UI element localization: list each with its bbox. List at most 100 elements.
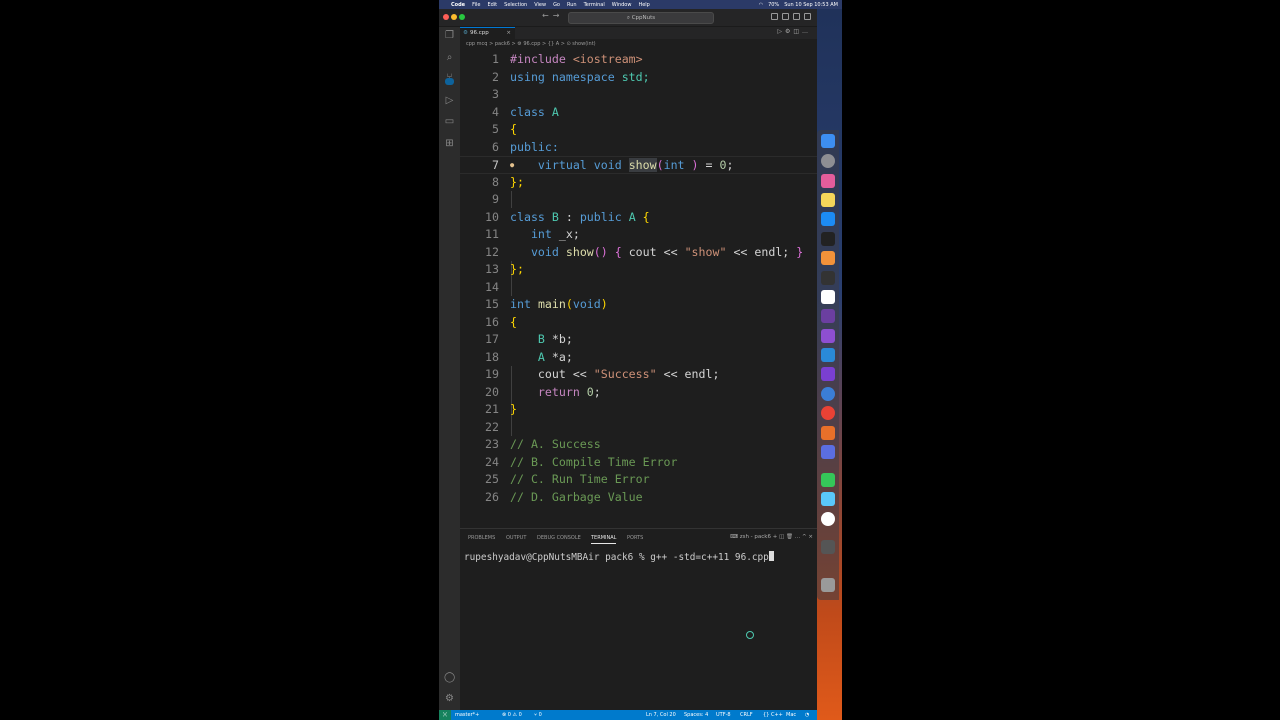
toggle-panel-icon[interactable] [782,13,789,20]
shell-label[interactable]: zsh - pack6 [740,534,771,540]
terminal-cursor [768,551,774,561]
menu-go[interactable]: Go [553,2,560,8]
facetime-icon[interactable] [821,473,835,487]
webex-icon[interactable] [821,512,835,526]
notes-icon[interactable] [821,193,835,207]
trash-icon[interactable] [821,578,835,592]
activity-bar: ❐ ⌕ ⑂ ▷ ▭ ⊞ ◯ ⚙ [439,27,460,710]
terminal-output[interactable]: rupeshyadav@CppNutsMBAir pack6 % g++ -st… [464,551,774,563]
account-icon[interactable]: ◯ [444,672,455,683]
system-settings-icon[interactable] [821,154,835,168]
ports-status[interactable]: ⑂ 0 [534,710,542,720]
safari-icon[interactable] [821,387,835,401]
nav-arrows[interactable]: ←→ [542,11,563,20]
more-actions-icon[interactable]: … [802,28,811,35]
menu-help[interactable]: Help [638,2,649,8]
encoding[interactable]: UTF-8 [716,710,731,720]
console-icon[interactable] [821,271,835,285]
app-store-icon[interactable] [821,212,835,226]
close-tab-icon[interactable]: × [506,28,511,39]
tab-terminal[interactable]: TERMINAL [591,535,617,544]
kill-terminal-icon[interactable]: 🗑 [786,534,793,540]
menu-file[interactable]: File [472,2,480,8]
chrome-icon[interactable] [821,406,835,420]
tab-label: 96.cpp [470,30,489,36]
source-control-badge [445,78,454,85]
wifi-icon[interactable]: ◠ [759,2,763,8]
screen-sharing-icon[interactable] [821,445,835,459]
code-line: 10 class B : public A { [485,209,650,224]
menu-view[interactable]: View [534,2,546,8]
line-ending[interactable]: CRLF [740,710,753,720]
split-terminal-icon[interactable]: ◫ [779,534,784,540]
tab-output[interactable]: OUTPUT [506,535,526,541]
menu-code[interactable]: Code [451,2,465,8]
close-window-button[interactable] [443,14,449,20]
remote-indicator-icon[interactable]: ⟩⟨ [439,710,451,720]
bottom-panel: PROBLEMS OUTPUT DEBUG CONSOLE TERMINAL P… [460,528,817,711]
battery-percent[interactable]: 70% [768,2,779,8]
remote-explorer-icon[interactable]: ▭ [444,116,455,127]
pumpkin-app-icon[interactable] [821,426,835,440]
tab-ports[interactable]: PORTS [627,535,643,541]
preview-thumbnail-icon[interactable] [821,540,835,554]
maximize-panel-icon[interactable]: ^ [802,534,807,540]
macos-screen: Code File Edit Selection View Go Run Ter… [439,0,842,720]
final-cut-icon[interactable] [821,309,835,323]
menu-terminal[interactable]: Terminal [584,2,605,8]
tab-debug-console[interactable]: DEBUG CONSOLE [537,535,581,541]
menu-run[interactable]: Run [567,2,577,8]
code-line: 3 [492,87,499,101]
code-line: 11 int _x; [485,227,580,241]
explorer-icon[interactable]: ❐ [444,30,455,41]
code-line: 19 cout << "Success" << endl; [485,367,720,381]
finder-icon[interactable] [821,134,835,148]
run-debug-icon[interactable]: ▷ [444,95,455,106]
clock[interactable]: Sun 10 Sep 10:53 AM [784,2,838,8]
code-line: 26// D. Garbage Value [485,489,643,504]
sublime-icon[interactable] [821,251,835,265]
branch-status[interactable]: master*+ [455,710,479,720]
close-panel-icon[interactable]: × [808,534,813,540]
layout-controls [771,13,811,20]
zoom-window-button[interactable] [459,14,465,20]
notion-icon[interactable] [821,290,835,304]
podcast-icon[interactable] [821,329,835,343]
launchpad-icon[interactable] [821,174,835,188]
extensions-icon[interactable]: ⊞ [444,138,455,149]
menu-window[interactable]: Window [612,2,632,8]
tab-96-cpp[interactable]: ⚙ 96.cpp × [460,27,515,39]
split-editor-icon[interactable]: ◫ [793,28,802,35]
tab-problems[interactable]: PROBLEMS [468,535,495,541]
customize-layout-icon[interactable] [804,13,811,20]
more-icon[interactable]: … [795,534,801,540]
menu-selection[interactable]: Selection [504,2,527,8]
onenote-icon[interactable] [821,367,835,381]
code-line: 13}; [485,262,524,276]
notifications-icon[interactable]: ◔ [805,710,809,720]
command-center-search[interactable]: ⌕ CppNuts [568,12,714,24]
code-line: 14 [485,279,499,294]
code-line: 18 A *a; [485,349,573,364]
cursor-position[interactable]: Ln 7, Col 20 [646,710,676,720]
code-line: 22 [485,419,499,434]
toggle-secondary-sidebar-icon[interactable] [793,13,800,20]
code-line: 21} [485,402,517,416]
settings-gear-icon[interactable]: ⚙ [444,693,455,704]
new-terminal-icon[interactable]: + [773,534,778,540]
vscode-icon[interactable] [821,348,835,362]
code-line: 5{ [492,122,517,136]
breadcrumb[interactable]: cpp mcq > pack6 > ⚙ 96.cpp > {} A > ⊙ sh… [460,39,817,49]
toggle-sidebar-icon[interactable] [771,13,778,20]
indentation[interactable]: Spaces: 4 [684,710,708,720]
code-line: 1 #include <iostream> [492,52,643,66]
platform[interactable]: Mac [786,710,796,720]
run-file-icon[interactable]: ▷ [777,28,785,35]
problems-status[interactable]: ⊗ 0 ⚠ 0 [502,710,522,720]
language-mode[interactable]: {} C++ [763,710,783,720]
zoom-app-icon[interactable] [821,492,835,506]
menu-edit[interactable]: Edit [487,2,497,8]
terminal-app-icon[interactable] [821,232,835,246]
search-view-icon[interactable]: ⌕ [444,52,455,63]
minimize-window-button[interactable] [451,14,457,20]
